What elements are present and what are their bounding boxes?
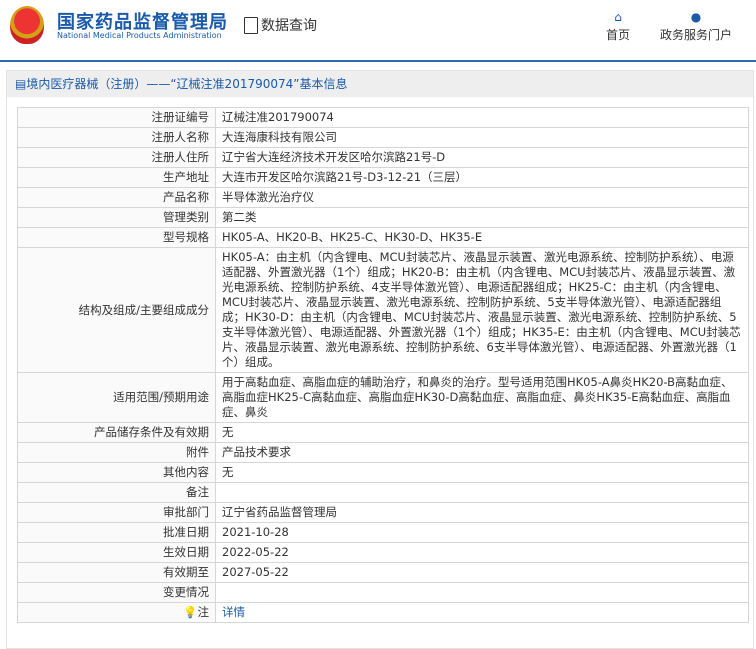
row-label: 审批部门: [17, 502, 216, 523]
site-title-en: National Medical Products Administration: [57, 31, 222, 40]
row-value: 无: [215, 462, 749, 483]
note-label-text: 注: [197, 605, 210, 619]
lightbulb-icon: 💡: [183, 605, 198, 619]
table-row: 有效期至 2027-05-22: [17, 562, 749, 583]
nav-service-portal[interactable]: ● 政务服务门户: [660, 10, 732, 43]
home-icon: ⌂: [614, 10, 622, 24]
table-row: 批准日期 2021-10-28: [17, 522, 749, 543]
row-label: 注册人名称: [17, 127, 216, 148]
row-label: 管理类别: [17, 207, 216, 228]
row-value: 辽械注准201790074: [215, 107, 749, 128]
row-value: 2027-05-22: [215, 562, 749, 583]
row-value: 用于高黏血症、高脂血症的辅助治疗，和鼻炎的治疗。型号适用范围HK05-A鼻炎HK…: [215, 372, 749, 423]
table-row: 产品名称 半导体激光治疗仪: [17, 187, 749, 208]
table-row: 备注: [17, 482, 749, 503]
row-label: 生产地址: [17, 167, 216, 188]
row-value: 辽宁省大连经济技术开发区哈尔滨路21号-D: [215, 147, 749, 168]
info-table: 注册证编号 辽械注准201790074 注册人名称 大连海康科技有限公司 注册人住所 辽宁…: [17, 107, 749, 623]
row-value: HK05-A：由主机（内含锂电、MCU封装芯片、液晶显示装置、激光电源系统、控制…: [215, 247, 749, 373]
table-row: 型号规格 HK05-A、HK20-B、HK25-C、HK30-D、HK35-E: [17, 227, 749, 248]
panel-header: ▤境内医疗器械（注册）——“辽械注准201790074”基本信息: [7, 71, 753, 97]
table-row-note: 💡注 详情: [17, 602, 749, 623]
table-row: 适用范围/预期用途 用于高黏血症、高脂血症的辅助治疗，和鼻炎的治疗。型号适用范围H…: [17, 372, 749, 423]
row-value: 半导体激光治疗仪: [215, 187, 749, 208]
row-label: 批准日期: [17, 522, 216, 543]
row-label: 型号规格: [17, 227, 216, 248]
nav-home-label: 首页: [606, 28, 631, 42]
document-icon: ▤: [15, 77, 27, 91]
row-label: 变更情况: [17, 582, 216, 603]
row-value: 大连市开发区哈尔滨路21号-D3-12-21（三层）: [215, 167, 749, 188]
header-divider: [0, 60, 756, 62]
table-row: 注册人住所 辽宁省大连经济技术开发区哈尔滨路21号-D: [17, 147, 749, 168]
row-label: 生效日期: [17, 542, 216, 563]
table-row: 其他内容无: [17, 462, 749, 483]
table-row: 附件 产品技术要求: [17, 442, 749, 463]
table-row: 注册人名称 大连海康科技有限公司: [17, 127, 749, 148]
row-value: [215, 482, 749, 503]
row-value: 2022-05-22: [215, 542, 749, 563]
row-label: 结构及组成/主要组成成分: [17, 247, 216, 373]
row-label: 附件: [17, 442, 216, 463]
data-query-link[interactable]: 数据查询: [244, 15, 317, 35]
details-link[interactable]: 详情: [222, 605, 245, 619]
table-row: 生产地址 大连市开发区哈尔滨路21号-D3-12-21（三层）: [17, 167, 749, 188]
nav-home[interactable]: ⌂ 首页: [606, 10, 630, 43]
table-row: 结构及组成/主要组成成分 HK05-A：由主机（内含锂电、MCU封装芯片、液晶显示…: [17, 247, 749, 373]
row-value: 辽宁省药品监督管理局: [215, 502, 749, 523]
user-icon: ●: [690, 10, 702, 24]
site-header: 国家药品监督管理局 National Medical Products Admi…: [0, 0, 756, 58]
table-row: 产品储存条件及有效期无: [17, 422, 749, 443]
row-label: 适用范围/预期用途: [17, 372, 216, 423]
row-value: HK05-A、HK20-B、HK25-C、HK30-D、HK35-E: [215, 227, 749, 248]
row-label: 注册人住所: [17, 147, 216, 168]
row-value: [215, 582, 749, 603]
row-label: 注册证编号: [17, 107, 216, 128]
table-row: 注册证编号 辽械注准201790074: [17, 107, 749, 128]
row-value: 无: [215, 422, 749, 443]
detail-panel: ▤境内医疗器械（注册）——“辽械注准201790074”基本信息 注册证编号 辽械…: [6, 70, 754, 649]
table-row: 生效日期 2022-05-22: [17, 542, 749, 563]
row-label: 其他内容: [17, 462, 216, 483]
table-row: 变更情况: [17, 582, 749, 603]
row-value: 2021-10-28: [215, 522, 749, 543]
row-value: 产品技术要求: [215, 442, 749, 463]
data-query-label: 数据查询: [261, 18, 317, 34]
table-row: 审批部门 辽宁省药品监督管理局: [17, 502, 749, 523]
note-label: 💡注: [17, 602, 216, 623]
row-label: 备注: [17, 482, 216, 503]
nav-portal-label: 政务服务门户: [660, 28, 733, 42]
row-value: 第二类: [215, 207, 749, 228]
national-emblem-logo: [10, 6, 44, 44]
row-label: 产品名称: [17, 187, 216, 208]
row-label: 产品储存条件及有效期: [17, 422, 216, 443]
row-value: 大连海康科技有限公司: [215, 127, 749, 148]
panel-title: 境内医疗器械（注册）——“辽械注准201790074”基本信息: [26, 77, 348, 91]
row-label: 有效期至: [17, 562, 216, 583]
document-search-icon: [244, 16, 258, 34]
table-row: 管理类别 第二类: [17, 207, 749, 228]
